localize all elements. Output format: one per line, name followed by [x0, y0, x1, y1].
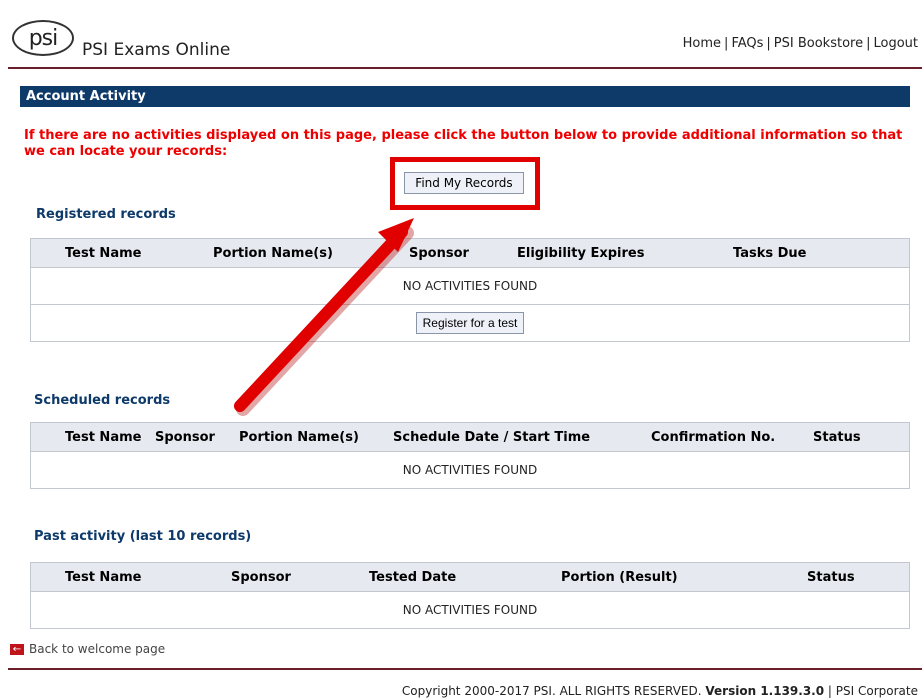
column-header: Status	[809, 422, 910, 452]
registered-records-heading: Registered records	[36, 207, 176, 222]
past-activity-table: Test Name Sponsor Tested Date Portion (R…	[30, 562, 910, 629]
empty-message: NO ACTIVITIES FOUND	[30, 451, 910, 489]
past-activity-heading: Past activity (last 10 records)	[34, 529, 252, 544]
page-header: psi PSI Exams Online Home | FAQs | PSI Books…	[0, 0, 922, 62]
register-for-test-button[interactable]: Register for a test	[415, 312, 525, 334]
back-link-label: Back to welcome page	[29, 642, 166, 656]
empty-message: NO ACTIVITIES FOUND	[30, 591, 910, 629]
nav-separator: |	[866, 36, 871, 51]
nav-faqs-link[interactable]: FAQs	[731, 36, 763, 51]
column-header: Portion Name(s)	[209, 238, 405, 268]
column-header: Sponsor	[227, 562, 365, 592]
nav-bookstore-link[interactable]: PSI Bookstore	[774, 36, 863, 51]
column-header: Sponsor	[151, 422, 235, 452]
page-footer: Copyright 2000-2017 PSI. ALL RIGHTS RESE…	[402, 684, 918, 698]
register-cell: Register for a test	[30, 304, 910, 342]
table-header-corner	[30, 238, 61, 268]
table-row: NO ACTIVITIES FOUND	[30, 591, 910, 629]
column-header: Eligibility Expires	[513, 238, 729, 268]
column-header: Portion Name(s)	[235, 422, 389, 452]
table-header-corner	[30, 562, 61, 592]
empty-message: NO ACTIVITIES FOUND	[30, 267, 910, 305]
column-header: Tested Date	[365, 562, 557, 592]
back-to-welcome-link[interactable]: ← Back to welcome page	[10, 642, 165, 656]
nav-home-link[interactable]: Home	[683, 36, 721, 51]
column-header: Test Name	[61, 238, 209, 268]
psi-corporate-link[interactable]: PSI Corporate	[836, 684, 918, 698]
column-header: Schedule Date / Start Time	[389, 422, 647, 452]
header-divider	[8, 67, 922, 69]
copyright-text: Copyright 2000-2017 PSI. ALL RIGHTS RESE…	[401, 684, 702, 698]
footer-divider	[8, 668, 922, 670]
column-header: Portion (Result)	[557, 562, 803, 592]
table-header-row: Test Name Sponsor Portion Name(s) Schedu…	[30, 422, 910, 452]
table-row: NO ACTIVITIES FOUND	[30, 267, 910, 305]
version-text: Version 1.139.3.0	[705, 684, 825, 698]
nav-separator: |	[766, 36, 771, 51]
scheduled-records-heading: Scheduled records	[34, 393, 171, 408]
find-my-records-button[interactable]: Find My Records	[404, 172, 524, 194]
warning-message: If there are no activities displayed on …	[24, 128, 903, 159]
section-title-bar: Account Activity	[20, 86, 910, 107]
table-row: NO ACTIVITIES FOUND	[30, 451, 910, 489]
column-header: Tasks Due	[729, 238, 910, 268]
nav-logout-link[interactable]: Logout	[873, 36, 918, 51]
registered-records-table: Test Name Portion Name(s) Sponsor Eligib…	[30, 238, 910, 342]
scheduled-records-table: Test Name Sponsor Portion Name(s) Schedu…	[30, 422, 910, 489]
table-row: Register for a test	[30, 304, 910, 342]
column-header: Test Name	[61, 422, 151, 452]
table-header-row: Test Name Portion Name(s) Sponsor Eligib…	[30, 238, 910, 268]
column-header: Test Name	[61, 562, 227, 592]
footer-separator: |	[827, 684, 832, 698]
table-header-row: Test Name Sponsor Tested Date Portion (R…	[30, 562, 910, 592]
psi-logo[interactable]: psi	[12, 20, 74, 56]
column-header: Sponsor	[405, 238, 513, 268]
column-header: Confirmation No.	[647, 422, 809, 452]
back-arrow-icon: ←	[10, 643, 24, 655]
top-navigation: Home | FAQs | PSI Bookstore | Logout	[683, 36, 918, 51]
table-header-corner	[30, 422, 61, 452]
column-header: Status	[803, 562, 910, 592]
brand-title: PSI Exams Online	[82, 40, 231, 60]
nav-separator: |	[724, 36, 729, 51]
